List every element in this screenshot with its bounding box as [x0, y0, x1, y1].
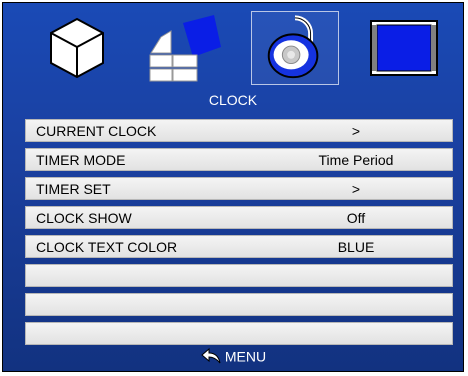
back-arrow-icon: [201, 348, 221, 364]
shapes-icon[interactable]: [139, 11, 227, 85]
menu-row-timer-set[interactable]: TIMER SET >: [25, 177, 453, 200]
osd-menu-panel: CLOCK CURRENT CLOCK > TIMER MODE Time Pe…: [2, 2, 464, 372]
lock-icon[interactable]: [251, 11, 339, 85]
menu-row-timer-mode[interactable]: TIMER MODE Time Period: [25, 148, 453, 171]
cube-icon[interactable]: [33, 11, 121, 85]
row-value: >: [351, 181, 361, 197]
menu-row-empty: [25, 322, 453, 345]
menu-row-clock-show[interactable]: CLOCK SHOW Off: [25, 206, 453, 229]
row-value: BLUE: [337, 239, 375, 255]
menu-row-empty: [25, 293, 453, 316]
row-value: Off: [346, 210, 366, 226]
menu-title: CLOCK: [208, 92, 258, 108]
row-label: CLOCK SHOW: [36, 210, 132, 226]
monitor-icon[interactable]: [359, 11, 447, 85]
row-label: TIMER SET: [36, 181, 111, 197]
menu-list: CURRENT CLOCK > TIMER MODE Time Period T…: [25, 119, 453, 351]
row-label: CLOCK TEXT COLOR: [36, 239, 178, 255]
row-label: TIMER MODE: [36, 152, 126, 168]
row-value: >: [351, 123, 361, 139]
menu-icon-bar: [3, 3, 463, 93]
menu-row-current-clock[interactable]: CURRENT CLOCK >: [25, 119, 453, 142]
row-label: CURRENT CLOCK: [36, 123, 157, 139]
menu-footer[interactable]: MENU: [3, 347, 463, 365]
menu-footer-label: MENU: [224, 348, 267, 365]
menu-row-empty: [25, 264, 453, 287]
menu-row-clock-text-color[interactable]: CLOCK TEXT COLOR BLUE: [25, 235, 453, 258]
row-value: Time Period: [318, 152, 394, 168]
